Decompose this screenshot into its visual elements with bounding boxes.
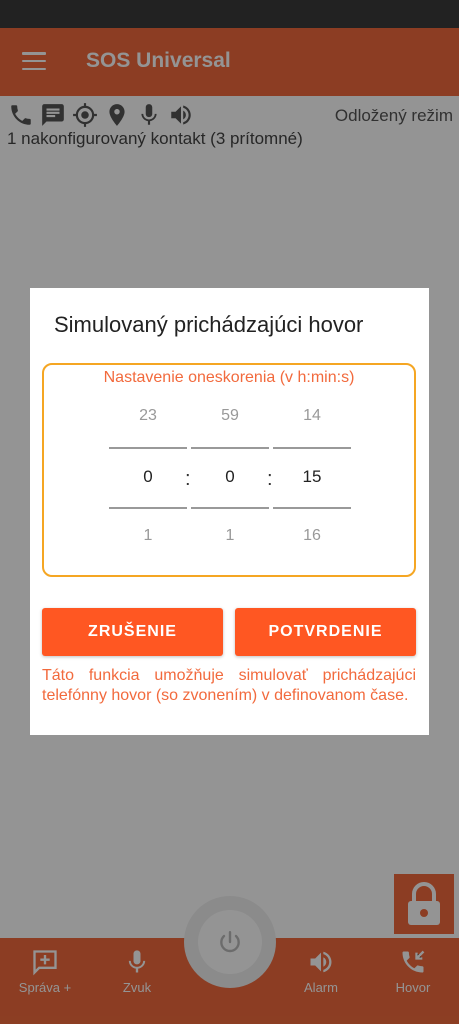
minutes-picker[interactable]: 59 0 1 [191,395,269,565]
hours-minutes-separator: : [185,468,191,490]
hours-prev[interactable]: 23 [109,407,187,425]
minutes-divider-bottom [191,507,269,509]
delay-label: Nastavenie oneskorenia (v h:min:s) [103,369,355,386]
seconds-divider-top [273,447,351,449]
hours-next[interactable]: 1 [109,527,187,545]
seconds-value[interactable]: 15 [273,467,351,487]
hours-divider-top [109,447,187,449]
seconds-picker[interactable]: 14 15 16 [273,395,351,565]
seconds-prev[interactable]: 14 [273,407,351,425]
minutes-seconds-separator: : [267,468,273,490]
hours-divider-bottom [109,507,187,509]
seconds-next[interactable]: 16 [273,527,351,545]
minutes-next[interactable]: 1 [191,527,269,545]
delay-picker: Nastavenie oneskorenia (v h:min:s) 23 0 … [42,363,416,577]
hours-value[interactable]: 0 [109,467,187,487]
hours-picker[interactable]: 23 0 1 [109,395,187,565]
minutes-divider-top [191,447,269,449]
confirm-button[interactable]: POTVRDENIE [235,608,416,656]
info-text: Táto funkcia umožňuje simulovať prichádz… [42,667,416,704]
minutes-prev[interactable]: 59 [191,407,269,425]
cancel-button[interactable]: ZRUŠENIE [42,608,223,656]
seconds-divider-bottom [273,507,351,509]
simulated-call-dialog: Simulovaný prichádzajúci hovor Nastaveni… [30,288,429,735]
minutes-value[interactable]: 0 [191,467,269,487]
dialog-title: Simulovaný prichádzajúci hovor [54,312,364,337]
